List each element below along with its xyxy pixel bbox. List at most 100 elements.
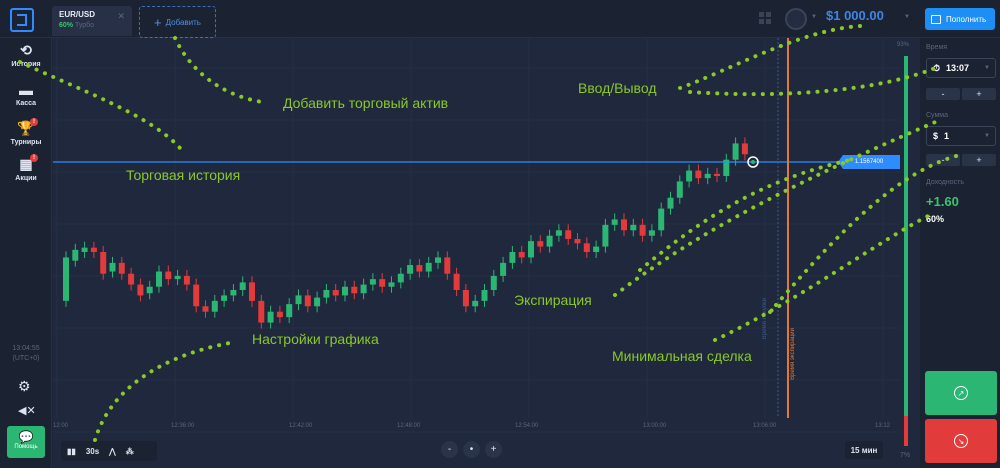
- sidebar-item-history[interactable]: ⟲ История: [0, 42, 52, 68]
- help-label: Помощь: [14, 444, 38, 450]
- zoom-reset-button[interactable]: •: [463, 441, 480, 458]
- gift-icon: ▦!: [16, 154, 38, 173]
- zoom-in-button[interactable]: +: [485, 441, 502, 458]
- zoom-controls: - • +: [441, 441, 502, 458]
- chevron-down-icon[interactable]: ▼: [904, 14, 910, 20]
- asset-tab[interactable]: EUR/USD 60% Турбо ✕: [52, 6, 132, 36]
- time-label: Время: [926, 44, 948, 51]
- candle: [379, 279, 386, 287]
- time-decrease-button[interactable]: -: [926, 88, 960, 100]
- candle: [453, 273, 460, 290]
- balance-display[interactable]: $1 000.00: [826, 8, 884, 23]
- close-icon[interactable]: ✕: [117, 11, 125, 22]
- x-tick-label: 12:54:00: [515, 423, 539, 429]
- candle: [565, 230, 572, 239]
- candle: [286, 304, 293, 318]
- candle: [602, 224, 609, 247]
- sidebar-item-label: Акции: [15, 175, 37, 182]
- x-tick-label: 13:06:00: [753, 423, 777, 429]
- annotation-deposit-withdraw: Ввод/Вывод: [578, 80, 657, 96]
- put-down-button[interactable]: ↘: [925, 419, 997, 463]
- candle: [593, 246, 600, 252]
- candle: [388, 282, 395, 287]
- drawing-tool-icon[interactable]: ⋀: [109, 447, 116, 456]
- candle: [704, 173, 711, 179]
- sidebar: ⟲ История ▬ Касса 🏆! Турниры ▦! Акции 13…: [0, 38, 52, 468]
- chevron-down-icon: ▼: [984, 65, 990, 71]
- sidebar-item-tournaments[interactable]: 🏆! Турниры: [0, 118, 52, 146]
- x-tick-label: 13:12: [875, 423, 891, 429]
- candle: [323, 290, 330, 298]
- amount-field[interactable]: $ 1 ▼: [926, 126, 996, 146]
- clock-time: 13:04:55: [12, 345, 40, 352]
- candle: [72, 249, 79, 261]
- app-root: EUR/USD 60% Турбо ✕ + Добавить ▼ $1 000.…: [0, 0, 1000, 468]
- candle: [174, 275, 181, 280]
- timeframe-button[interactable]: 30s: [86, 447, 99, 456]
- x-tick-label: 12:00: [53, 423, 69, 429]
- price-chart[interactable]: 1.1567400 Время покупки Время экспирации…: [53, 38, 900, 468]
- sentiment-down-fill: [904, 416, 908, 446]
- candle: [676, 181, 683, 198]
- clock-icon: ⏱: [933, 62, 941, 73]
- candle: [444, 257, 451, 274]
- candle: [416, 265, 423, 272]
- candle: [686, 170, 693, 182]
- current-price-dot: [751, 160, 755, 164]
- chevron-down-icon[interactable]: ▼: [811, 14, 817, 20]
- annotation-chart-settings: Настройки графика: [252, 331, 379, 347]
- candle: [509, 252, 516, 263]
- candle: [81, 247, 88, 252]
- candle: [146, 286, 153, 294]
- candle: [90, 247, 97, 252]
- gear-icon[interactable]: ⚙: [18, 378, 31, 395]
- candle: [435, 257, 441, 263]
- deposit-button[interactable]: Пополнить: [925, 8, 995, 30]
- amount-decrease-button[interactable]: -: [926, 154, 960, 166]
- amount-value: 1: [944, 131, 950, 141]
- time-field[interactable]: ⏱ 13:07 ▼: [926, 58, 996, 78]
- clock-display: 13:04:55 (UTC+0): [0, 344, 52, 364]
- candle: [658, 208, 665, 231]
- logo-icon[interactable]: [10, 8, 34, 32]
- candle: [249, 282, 255, 301]
- candle: [555, 230, 562, 236]
- amount-increase-button[interactable]: +: [962, 154, 996, 166]
- candle: [537, 241, 544, 247]
- candle: [351, 286, 358, 294]
- mute-icon[interactable]: ◀✕: [18, 404, 36, 417]
- candle: [714, 173, 720, 176]
- indicators-icon[interactable]: ⁂: [126, 447, 134, 456]
- candle: [258, 300, 265, 323]
- sidebar-item-promotions[interactable]: ▦! Акции: [0, 154, 52, 182]
- trophy-icon: 🏆!: [16, 118, 38, 137]
- candle: [342, 286, 348, 296]
- layout-grid-icon[interactable]: [759, 12, 771, 24]
- amount-stepper: - +: [926, 154, 996, 166]
- sidebar-item-label: Турниры: [10, 139, 42, 146]
- chat-icon: 💬: [18, 430, 34, 444]
- candle: [667, 197, 674, 209]
- plus-icon: +: [154, 14, 162, 30]
- call-up-button[interactable]: ↗: [925, 371, 997, 415]
- candle: [425, 262, 432, 272]
- amount-label: Сумма: [926, 112, 948, 119]
- avatar[interactable]: [785, 8, 807, 30]
- candle: [295, 295, 302, 305]
- candle: [648, 230, 655, 236]
- currency-symbol: $: [933, 131, 939, 141]
- time-increase-button[interactable]: +: [962, 88, 996, 100]
- add-asset-label: Добавить: [165, 17, 201, 27]
- time-range-button[interactable]: 15 мин: [845, 441, 883, 459]
- candle: [630, 224, 637, 231]
- current-price-tag: 1.1567400: [838, 155, 900, 169]
- x-tick-label: 12:42:00: [289, 423, 313, 429]
- add-asset-button[interactable]: + Добавить: [139, 6, 216, 38]
- zoom-out-button[interactable]: -: [441, 441, 458, 458]
- arrow-up-right-icon: ↗: [954, 386, 968, 400]
- help-button[interactable]: 💬 Помощь: [7, 426, 45, 458]
- chart-type-icon[interactable]: ▮▮: [67, 447, 76, 456]
- annotation-history: Торговая история: [126, 167, 241, 183]
- sidebar-item-cashier[interactable]: ▬ Касса: [0, 82, 52, 107]
- candle: [109, 262, 116, 272]
